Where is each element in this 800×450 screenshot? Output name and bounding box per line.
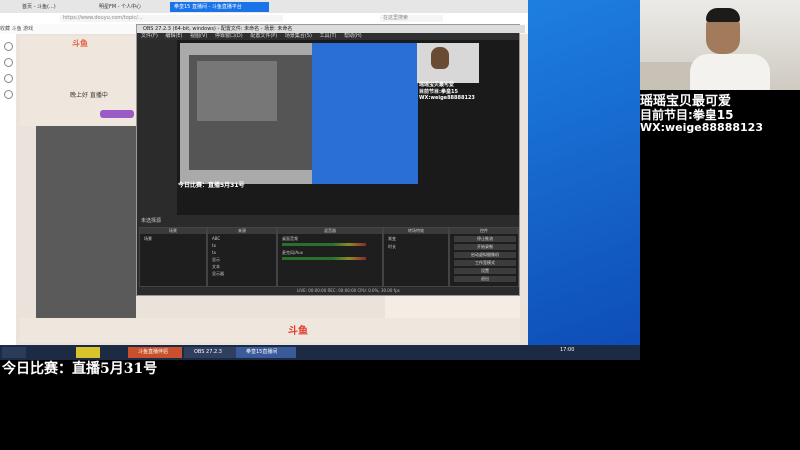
menu-docks[interactable]: 停靠窗口(D) <box>215 33 243 39</box>
no-source-label: 未选择源 <box>141 218 162 224</box>
mixer-header: 混音器 <box>278 228 382 234</box>
preview-caption-today: 今日比赛：直播5月31号 <box>178 182 245 189</box>
audio-meter <box>282 243 366 246</box>
stop-streaming-button[interactable]: 停止推流 <box>454 236 516 242</box>
start-recording-button[interactable]: 开始录制 <box>454 244 516 250</box>
mixer-channel-label: 桌面音频 <box>282 236 298 241</box>
sidebar-history-icon[interactable] <box>4 74 13 83</box>
start-icon[interactable] <box>2 347 26 358</box>
mixer-channel-label: 麦克风/Aux <box>282 250 303 255</box>
transitions-header: 转场特效 <box>384 228 448 234</box>
sources-dock: 来源 ABC tx tx 显示 文本 显示器 <box>207 227 277 287</box>
source-item[interactable]: 显示器 <box>212 271 224 277</box>
desktop-wallpaper <box>528 0 640 345</box>
webcam-feed <box>640 0 800 90</box>
sources-header: 来源 <box>208 228 276 234</box>
browser-tab-2[interactable]: 明星FM - 个人中心 <box>95 2 159 12</box>
obs-source-toolbar: 未选择源 <box>137 217 519 226</box>
overlay-caption-3: WX:weige88888123 <box>640 121 763 134</box>
obs-docks: 场景 场景 来源 ABC tx tx 显示 文本 显示器 混音器 桌面音频 麦克… <box>139 227 519 287</box>
video-player-area[interactable] <box>36 126 136 320</box>
live-status: 晚上好 直播中 <box>70 92 108 99</box>
studio-mode-button[interactable]: 工作室模式 <box>454 260 516 266</box>
source-item[interactable]: tx <box>212 250 216 255</box>
scenes-dock: 场景 场景 <box>139 227 207 287</box>
obs-window: OBS 27.2.3 (64-bit, windows) - 配置文件: 未命名… <box>136 24 525 296</box>
source-item[interactable]: 显示 <box>212 257 220 263</box>
menu-scene-collection[interactable]: 场景集合(S) <box>285 33 312 39</box>
menu-profile[interactable]: 配置文件(P) <box>250 33 277 39</box>
browser-tab-bar: 首页 - 斗鱼(...) 明星FM - 个人中心 拳皇15 直播间 - 斗鱼直播… <box>0 0 528 13</box>
bottom-schedule-caption: 今日比赛：直播5月31号 <box>2 361 158 377</box>
sidebar-home-icon[interactable] <box>4 42 13 51</box>
taskbar-obs-icon[interactable] <box>76 347 100 358</box>
menu-edit[interactable]: 编辑(E) <box>165 33 182 39</box>
preview-nested-window-inner <box>197 61 277 121</box>
settings-button[interactable]: 设置 <box>454 268 516 274</box>
menu-help[interactable]: 帮助(H) <box>344 33 362 39</box>
obs-menu-bar: 文件(F) 编辑(E) 视图(V) 停靠窗口(D) 配置文件(P) 场景集合(S… <box>137 33 519 40</box>
menu-tools[interactable]: 工具(T) <box>320 33 337 39</box>
system-clock[interactable]: 17:00 <box>560 347 574 353</box>
obs-status-bar: LIVE: 00:00:00 REC: 00:00:00 CPU: 0.0%, … <box>137 287 519 295</box>
transitions-dock: 转场特效 渐变 时长 <box>383 227 449 287</box>
address-bar[interactable]: https://www.douyu.com/topic/... <box>60 15 283 22</box>
taskbar-item-browser[interactable]: 拳皇15直播间 <box>236 347 296 358</box>
taskbar-item-obs[interactable]: OBS 27.2.3 <box>184 347 240 358</box>
preview-caption-a: 瑶瑶宝贝最可爱 <box>419 82 455 88</box>
controls-header: 控件 <box>450 228 518 234</box>
sidebar-star-icon[interactable] <box>4 58 13 67</box>
transition-select[interactable]: 渐变 <box>388 236 396 242</box>
obs-title-bar[interactable]: OBS 27.2.3 (64-bit, windows) - 配置文件: 未命名… <box>137 25 525 33</box>
follow-badge[interactable] <box>100 110 134 118</box>
desktop: 首页 - 斗鱼(...) 明星FM - 个人中心 拳皇15 直播间 - 斗鱼直播… <box>0 0 640 360</box>
scenes-header: 场景 <box>140 228 206 234</box>
exit-button[interactable]: 退出 <box>454 276 516 282</box>
scene-item[interactable]: 场景 <box>144 236 152 242</box>
menu-file[interactable]: 文件(F) <box>141 33 158 39</box>
streamer-hair <box>706 8 740 22</box>
streamer-body <box>690 54 770 90</box>
browser-sidebar <box>0 34 17 345</box>
obs-status-text: LIVE: 00:00:00 REC: 00:00:00 CPU: 0.0%, … <box>297 288 400 293</box>
browser-tab-3[interactable]: 拳皇15 直播间 - 斗鱼直播平台 <box>170 2 269 12</box>
preview-caption-b: 目前节目:拳皇15 <box>419 89 458 95</box>
source-item[interactable]: 文本 <box>212 264 220 270</box>
source-item[interactable]: tx <box>212 243 216 248</box>
preview-webcam-person <box>431 47 449 69</box>
browser-tab-1[interactable]: 首页 - 斗鱼(...) <box>18 2 82 12</box>
controls-dock: 控件 停止推流 开始录制 启动虚拟摄像机 工作室模式 设置 退出 <box>449 227 519 287</box>
taskbar-app-icon[interactable] <box>24 347 48 358</box>
site-logo[interactable]: 斗鱼 <box>72 38 88 49</box>
taskbar-item-douyu[interactable]: 斗鱼直播伴侣 <box>128 347 182 358</box>
mixer-dock: 混音器 桌面音频 麦克风/Aux <box>277 227 383 287</box>
search-input[interactable]: 在这里搜索 <box>380 15 443 22</box>
audio-meter <box>282 257 366 260</box>
preview-caption-c: WX:weige88888123 <box>419 95 475 101</box>
site-footer-bar <box>20 318 520 342</box>
source-item[interactable]: ABC <box>212 236 220 241</box>
menu-view[interactable]: 视图(V) <box>190 33 207 39</box>
virtual-camera-button[interactable]: 启动虚拟摄像机 <box>454 252 516 258</box>
preview-desktop-region <box>312 43 418 184</box>
sidebar-download-icon[interactable] <box>4 90 13 99</box>
site-brand-logo: 斗鱼 <box>288 326 308 337</box>
transition-duration-label: 时长 <box>388 244 396 249</box>
